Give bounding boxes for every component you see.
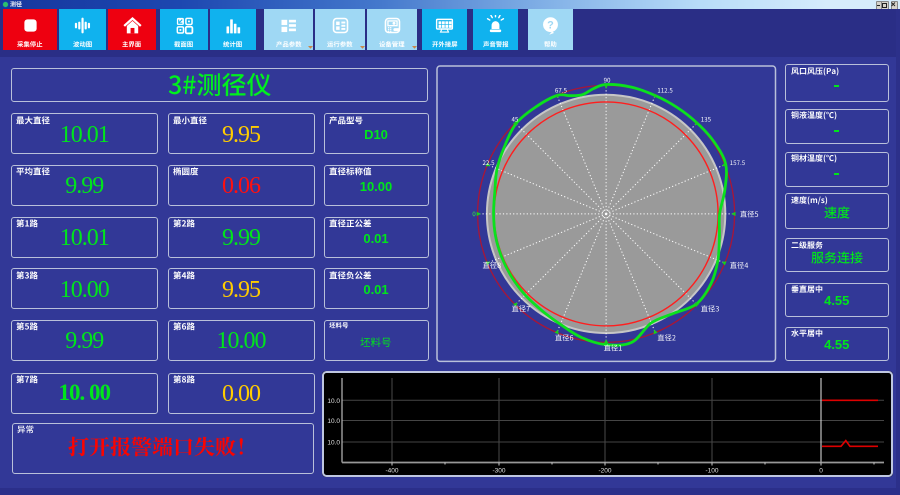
svg-text:10.0: 10.0 [327,440,340,447]
svg-text:10.0: 10.0 [327,418,340,425]
svg-text:-300: -300 [492,468,505,475]
svg-text:-200: -200 [598,468,611,475]
svg-text:?: ? [547,19,554,31]
svg-text:0: 0 [819,468,823,475]
svg-text:-100: -100 [705,468,718,475]
svg-text:10.0: 10.0 [327,398,340,405]
svg-text:-400: -400 [385,468,398,475]
